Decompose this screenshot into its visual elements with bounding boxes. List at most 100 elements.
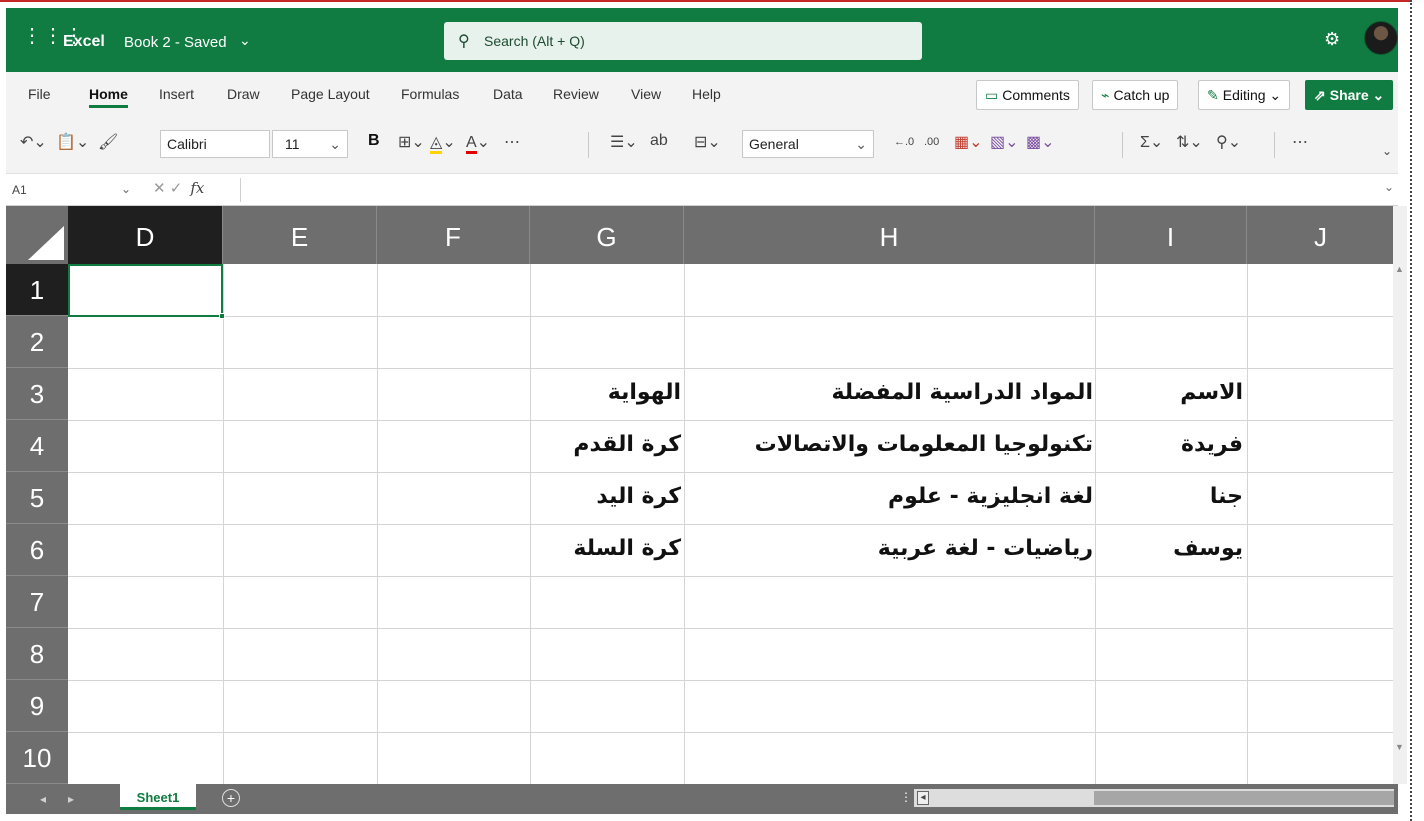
cell-i4[interactable]: فريدة	[1099, 420, 1243, 472]
cell-h3[interactable]: المواد الدراسية المفضلة	[688, 368, 1093, 420]
cell-g6[interactable]: كرة السلة	[534, 524, 681, 576]
comments-button[interactable]: ▭ Comments	[976, 80, 1079, 110]
cell-i3[interactable]: الاسم	[1099, 368, 1243, 420]
tab-insert[interactable]: Insert	[159, 86, 194, 102]
row-header-6[interactable]: 6	[6, 524, 68, 576]
excel-window: ⋮⋮⋮ Excel Book 2 - Saved ⌄ ⚲ Search (Alt…	[0, 0, 1424, 821]
column-header-i[interactable]: I	[1095, 206, 1247, 264]
wrap-text-icon[interactable]: ab	[650, 132, 668, 150]
column-header-j[interactable]: J	[1247, 206, 1395, 264]
cell-g4[interactable]: كرة القدم	[534, 420, 681, 472]
cell-g3[interactable]: الهواية	[534, 368, 681, 420]
column-header-d[interactable]: D	[68, 206, 223, 264]
title-bar: ⋮⋮⋮ Excel Book 2 - Saved ⌄ ⚲ Search (Alt…	[6, 8, 1398, 72]
decrease-decimal-icon[interactable]: .00	[924, 136, 939, 148]
cell-h6[interactable]: رياضيات - لغة عربية	[688, 524, 1093, 576]
tab-formulas[interactable]: Formulas	[401, 86, 459, 102]
row-header-3[interactable]: 3	[6, 368, 68, 420]
column-header-g[interactable]: G	[530, 206, 684, 264]
settings-gear-icon[interactable]: ⚙	[1324, 29, 1340, 50]
search-input[interactable]: ⚲ Search (Alt + Q)	[444, 22, 922, 60]
find-icon[interactable]: ⚲⌄	[1216, 132, 1241, 152]
number-format-value: General	[749, 136, 799, 152]
tab-file[interactable]: File	[28, 86, 51, 102]
add-sheet-icon[interactable]: +	[222, 789, 240, 807]
row-header-1[interactable]: 1	[6, 264, 68, 316]
name-box[interactable]: A1 ⌄	[6, 177, 136, 203]
autosum-icon[interactable]: Σ⌄	[1140, 132, 1163, 152]
cell-styles-icon[interactable]: ▩⌄	[1026, 132, 1055, 152]
sort-filter-icon[interactable]: ⇅⌄	[1176, 132, 1203, 152]
row-header-4[interactable]: 4	[6, 420, 68, 472]
format-painter-icon[interactable]: 🖌	[98, 132, 118, 152]
editing-mode-button[interactable]: ✎ Editing ⌄	[1198, 80, 1291, 110]
cell-i6[interactable]: يوسف	[1099, 524, 1243, 576]
separator	[1122, 132, 1123, 158]
horizontal-scrollbar[interactable]: ◂	[914, 789, 1394, 807]
borders-icon[interactable]: ⊞⌄	[398, 132, 425, 152]
confirm-icon[interactable]: ✓	[170, 180, 183, 197]
tab-view[interactable]: View	[631, 86, 661, 102]
increase-decimal-icon[interactable]: ←.0	[894, 136, 914, 148]
next-sheet-icon[interactable]: ▸	[68, 792, 74, 806]
document-name[interactable]: Book 2 - Saved	[124, 34, 227, 51]
scroll-down-icon[interactable]: ▼	[1395, 742, 1404, 752]
tab-home[interactable]: Home	[89, 86, 128, 108]
cell-i5[interactable]: جنا	[1099, 472, 1243, 524]
separator	[240, 178, 241, 202]
select-all-corner[interactable]	[6, 206, 68, 264]
fill-color-icon[interactable]: ◬⌄	[430, 132, 456, 154]
expand-formula-chevron-icon[interactable]: ⌄	[1384, 180, 1394, 194]
active-cell-d1[interactable]	[68, 264, 225, 319]
document-chevron-down-icon[interactable]: ⌄	[239, 32, 251, 49]
column-header-h[interactable]: H	[684, 206, 1095, 264]
column-header-f[interactable]: F	[377, 206, 530, 264]
tab-draw[interactable]: Draw	[227, 86, 260, 102]
format-table-icon[interactable]: ▧⌄	[990, 132, 1019, 152]
scroll-left-icon[interactable]: ◂	[917, 791, 929, 805]
previous-sheet-icon[interactable]: ◂	[40, 792, 46, 806]
tab-review[interactable]: Review	[553, 86, 599, 102]
more-icon[interactable]: ⋯	[504, 132, 520, 152]
font-name-select[interactable]: Calibri	[160, 130, 270, 158]
app-name[interactable]: Excel	[63, 33, 105, 51]
share-button[interactable]: ⇗ Share ⌄	[1305, 80, 1394, 110]
paste-icon[interactable]: 📋⌄	[56, 132, 89, 152]
bold-button[interactable]: B	[368, 132, 380, 150]
top-border	[0, 0, 1424, 6]
row-header-7[interactable]: 7	[6, 576, 68, 628]
cancel-icon[interactable]: ✕	[153, 180, 166, 197]
fill-handle[interactable]	[219, 313, 225, 319]
expand-ribbon-chevron-icon[interactable]: ⌄	[1382, 144, 1392, 158]
fx-icon[interactable]: fx	[190, 179, 204, 197]
more-options-icon[interactable]: ⋯	[1292, 132, 1308, 152]
undo-icon[interactable]: ↶⌄	[20, 132, 47, 152]
scroll-up-icon[interactable]: ▲	[1395, 264, 1404, 274]
row-header-9[interactable]: 9	[6, 680, 68, 732]
tab-help[interactable]: Help	[692, 86, 721, 102]
merge-icon[interactable]: ⊟⌄	[694, 132, 721, 152]
cell-area[interactable]: الاسم المواد الدراسية المفضلة الهواية فر…	[68, 264, 1395, 784]
row-header-5[interactable]: 5	[6, 472, 68, 524]
cell-h5[interactable]: لغة انجليزية - علوم	[688, 472, 1093, 524]
conditional-format-icon[interactable]: ▦⌄	[954, 132, 983, 152]
cell-h4[interactable]: تكنولوجيا المعلومات والاتصالات	[688, 420, 1093, 472]
align-icon[interactable]: ☰⌄	[610, 132, 638, 152]
tab-data[interactable]: Data	[493, 86, 523, 102]
font-color-icon[interactable]: A⌄	[466, 132, 490, 154]
catch-up-icon: ⌁	[1101, 87, 1110, 103]
scroll-thumb[interactable]	[1094, 791, 1394, 805]
cell-g5[interactable]: كرة اليد	[534, 472, 681, 524]
number-format-select[interactable]: General ⌄	[742, 130, 874, 158]
sheet-tab-sheet1[interactable]: Sheet1	[120, 784, 196, 810]
avatar[interactable]	[1364, 21, 1398, 55]
font-size-select[interactable]: 11 ⌄	[272, 130, 348, 158]
tab-page-layout[interactable]: Page Layout	[291, 86, 370, 102]
column-header-e[interactable]: E	[223, 206, 377, 264]
row-header-8[interactable]: 8	[6, 628, 68, 680]
vertical-scrollbar[interactable]: ▲ ▼	[1393, 206, 1407, 784]
row-header-10[interactable]: 10	[6, 732, 68, 784]
catch-up-button[interactable]: ⌁ Catch up	[1092, 80, 1179, 110]
row-header-2[interactable]: 2	[6, 316, 68, 368]
scroll-splitter-icon[interactable]: ⋮	[900, 790, 912, 804]
